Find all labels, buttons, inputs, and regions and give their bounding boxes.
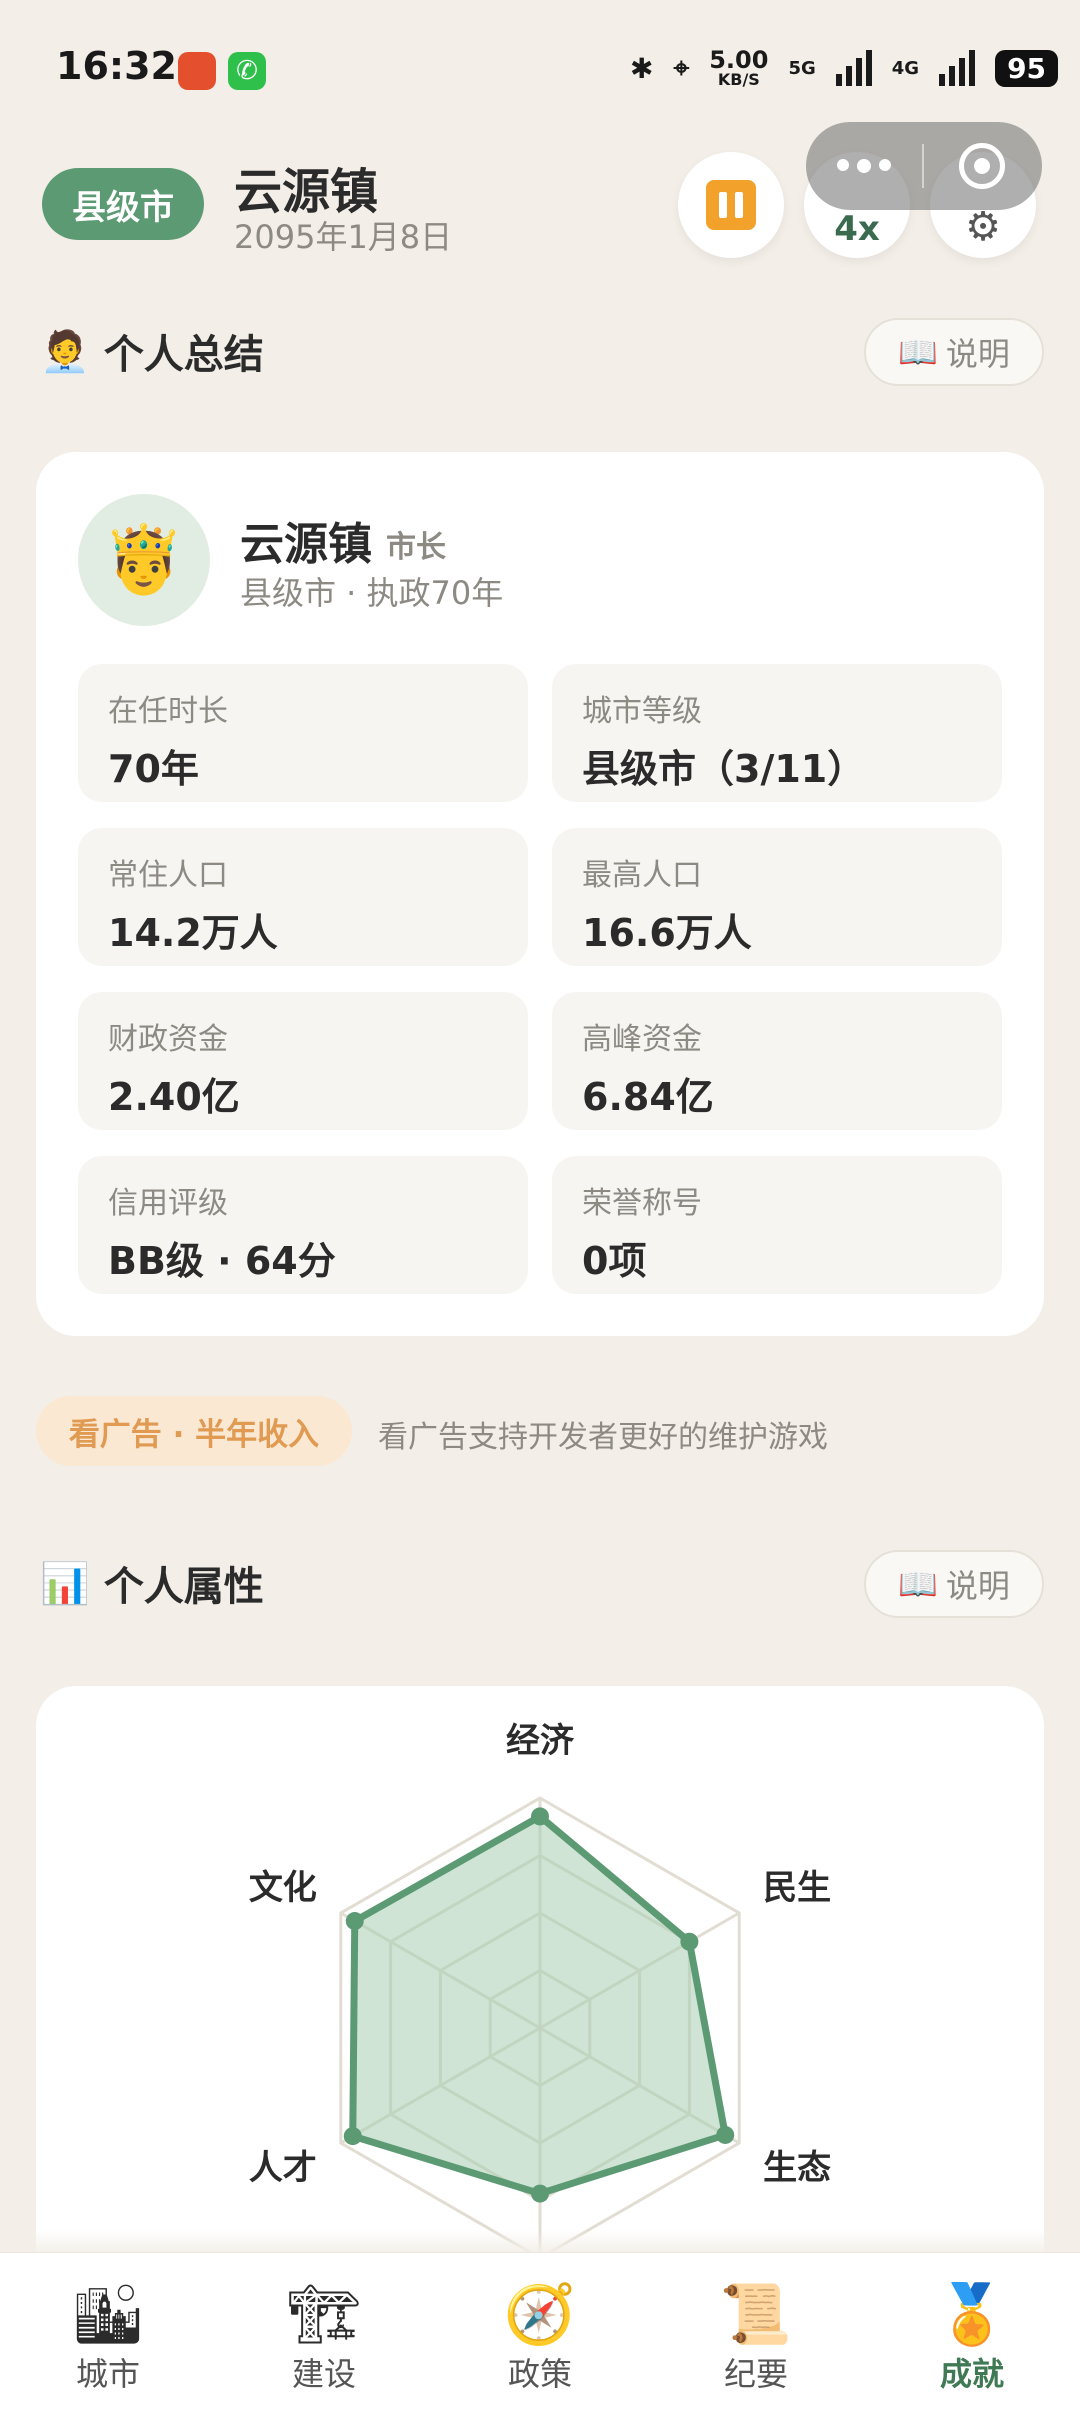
radar-data-point bbox=[680, 1932, 699, 1951]
stat-value: 16.6万人 bbox=[582, 911, 752, 955]
radar-axis-label: 文化 bbox=[249, 1868, 317, 1908]
tab-label: 政策 bbox=[507, 2355, 572, 2393]
attributes-title-text: 个人属性 bbox=[103, 1564, 264, 1610]
gear-icon: ⚙ bbox=[965, 204, 1001, 250]
stat-city-level: 城市等级 县级市（3/11） bbox=[552, 664, 1002, 802]
tab-city[interactable]: 🏙 城市 bbox=[0, 2253, 216, 2412]
stat-value: 县级市（3/11） bbox=[582, 747, 866, 791]
mayor-avatar: 🤴 bbox=[78, 494, 210, 626]
stat-value: 14.2万人 bbox=[108, 911, 278, 955]
summary-help-button[interactable]: 📖 说明 bbox=[864, 318, 1044, 386]
stat-label: 高峰资金 bbox=[582, 1022, 702, 1057]
stat-funds: 财政资金 2.40亿 bbox=[78, 992, 528, 1130]
stat-value: BB级 · 64分 bbox=[108, 1239, 336, 1283]
attributes-section-title: 📊 个人属性 bbox=[40, 1554, 264, 1612]
notification-app-icon bbox=[178, 52, 216, 90]
signal-4g-icon bbox=[939, 50, 976, 86]
more-icon[interactable] bbox=[806, 159, 922, 173]
signal-5g-icon bbox=[835, 50, 872, 86]
attributes-help-label: 说明 bbox=[945, 1567, 1010, 1605]
radar-axis-label: 民生 bbox=[763, 1868, 831, 1908]
bottom-tab-bar: 🏙 城市 🏗 建设 🧭 政策 📜 纪要 🏅 成就 bbox=[0, 2252, 1080, 2412]
stat-label: 信用评级 bbox=[108, 1186, 228, 1221]
radar-data-point bbox=[343, 2127, 362, 2146]
stat-label: 在任时长 bbox=[108, 694, 228, 729]
radar-data-point bbox=[531, 2184, 549, 2203]
city-level-chip[interactable]: 县级市 bbox=[42, 168, 204, 240]
game-date: 2095年1月8日 bbox=[234, 218, 453, 256]
stat-max-population: 最高人口 16.6万人 bbox=[552, 828, 1002, 966]
bar-chart-icon: 📊 bbox=[40, 1560, 90, 1607]
stat-value: 0项 bbox=[582, 1239, 647, 1283]
stat-label: 常住人口 bbox=[108, 858, 228, 893]
radar-data-point bbox=[531, 1807, 549, 1826]
crane-icon: 🏗 bbox=[287, 2279, 361, 2348]
ad-description: 看广告支持开发者更好的维护游戏 bbox=[378, 1420, 828, 1455]
net-speed-unit: KB/S bbox=[717, 70, 760, 89]
radar-axis-label: 生态 bbox=[763, 2148, 831, 2188]
attribute-radar-chart: 经济民生生态 人才 文化 bbox=[249, 1721, 831, 2252]
tab-label: 成就 bbox=[939, 2355, 1004, 2393]
summary-title-text: 个人总结 bbox=[103, 332, 264, 378]
battery-indicator: 95 bbox=[995, 49, 1059, 87]
tab-label: 城市 bbox=[75, 2355, 140, 2393]
stat-value: 6.84亿 bbox=[582, 1075, 714, 1119]
bluetooth-icon: ✱ bbox=[630, 51, 654, 85]
tab-policy[interactable]: 🧭 政策 bbox=[432, 2253, 648, 2412]
scroll-icon: 📜 bbox=[719, 2279, 793, 2348]
stat-population: 常住人口 14.2万人 bbox=[78, 828, 528, 966]
attributes-help-button[interactable]: 📖 说明 bbox=[864, 1550, 1044, 1618]
pause-button[interactable] bbox=[678, 152, 784, 258]
summary-help-label: 说明 bbox=[945, 335, 1010, 373]
location-icon: ⌖ bbox=[673, 51, 690, 84]
radar-axis-label: 人才 bbox=[249, 2148, 317, 2188]
tab-achievements[interactable]: 🏅 成就 bbox=[864, 2253, 1080, 2412]
network-4g-label: 4G bbox=[891, 57, 920, 79]
pause-icon bbox=[706, 180, 756, 230]
stat-credit-rating: 信用评级 BB级 · 64分 bbox=[78, 1156, 528, 1294]
stat-label: 城市等级 bbox=[582, 694, 702, 729]
stat-label: 财政资金 bbox=[108, 1022, 228, 1057]
close-miniprogram-icon[interactable] bbox=[924, 143, 1040, 189]
radar-data-point bbox=[716, 2125, 735, 2144]
tab-build[interactable]: 🏗 建设 bbox=[216, 2253, 432, 2412]
network-speed: 5.00 KB/S bbox=[709, 48, 768, 88]
book-icon: 📖 bbox=[898, 333, 938, 371]
radar-data-point bbox=[345, 1912, 364, 1931]
summary-section-title: 🧑‍💼 个人总结 bbox=[40, 322, 264, 380]
status-time: 16:32 bbox=[56, 44, 177, 88]
phone-app-icon: ✆ bbox=[228, 52, 266, 90]
tab-label: 纪要 bbox=[723, 2355, 788, 2393]
tab-records[interactable]: 📜 纪要 bbox=[648, 2253, 864, 2412]
stat-tenure: 在任时长 70年 bbox=[78, 664, 528, 802]
mayor-role: 市长 bbox=[386, 530, 446, 565]
stat-label: 荣誉称号 bbox=[582, 1186, 702, 1221]
miniprogram-capsule[interactable] bbox=[806, 122, 1042, 210]
speed-label: 4x bbox=[834, 209, 880, 249]
radar-axis-label: 经济 bbox=[506, 1721, 575, 1761]
compass-icon: 🧭 bbox=[503, 2279, 577, 2348]
mayor-subtitle: 县级市 · 执政70年 bbox=[240, 574, 504, 612]
crown-person-icon: 🤴 bbox=[102, 521, 186, 598]
mayor-name: 云源镇 bbox=[240, 519, 372, 570]
tab-label: 建设 bbox=[291, 2355, 356, 2393]
stat-value: 2.40亿 bbox=[108, 1075, 240, 1119]
status-indicators: ✱ ⌖ 5.00 KB/S 5G 4G 95 bbox=[630, 46, 1059, 90]
stat-peak-funds: 高峰资金 6.84亿 bbox=[552, 992, 1002, 1130]
book-icon: 📖 bbox=[898, 1565, 938, 1603]
watch-ad-button[interactable]: 看广告 · 半年收入 bbox=[36, 1396, 352, 1466]
office-worker-icon: 🧑‍💼 bbox=[40, 328, 90, 375]
bottom-fade bbox=[0, 2230, 1080, 2252]
stat-label: 最高人口 bbox=[582, 858, 702, 893]
network-5g-label: 5G bbox=[788, 57, 816, 79]
stat-value: 70年 bbox=[108, 747, 199, 791]
net-speed-value: 5.00 bbox=[709, 46, 769, 74]
city-icon: 🏙 bbox=[71, 2279, 145, 2348]
medal-icon: 🏅 bbox=[935, 2279, 1009, 2348]
stat-honors: 荣誉称号 0项 bbox=[552, 1156, 1002, 1294]
